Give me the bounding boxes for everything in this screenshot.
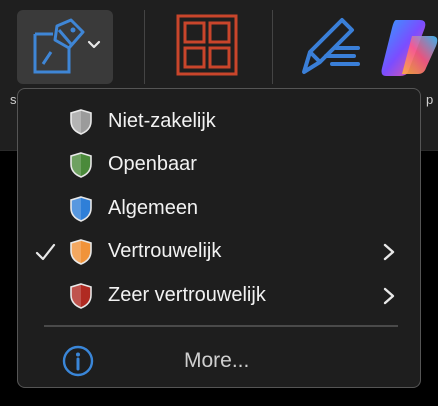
sensitivity-menu: Niet-zakelijk Openbaar Algemeen Vertrouw… bbox=[17, 88, 421, 388]
menu-item-openbaar[interactable]: Openbaar bbox=[18, 146, 420, 186]
menu-item-niet-zakelijk[interactable]: Niet-zakelijk bbox=[18, 103, 420, 143]
more-label: More... bbox=[184, 349, 250, 372]
grid-icon[interactable] bbox=[176, 14, 238, 76]
more-button[interactable]: More... bbox=[18, 341, 420, 381]
sensitivity-button[interactable] bbox=[17, 10, 113, 84]
menu-divider bbox=[44, 325, 398, 327]
toolbar-separator bbox=[144, 10, 145, 84]
menu-item-label: Vertrouwelijk bbox=[108, 240, 222, 262]
toolbar-separator bbox=[272, 10, 273, 84]
copilot-icon[interactable] bbox=[378, 16, 438, 78]
menu-item-label: Niet-zakelijk bbox=[108, 110, 216, 132]
info-icon bbox=[62, 345, 94, 377]
menu-item-algemeen[interactable]: Algemeen bbox=[18, 190, 420, 230]
shield-icon bbox=[70, 196, 92, 222]
checkmark-icon bbox=[35, 243, 56, 261]
menu-item-label: Openbaar bbox=[108, 153, 197, 175]
menu-item-zeer-vertrouwelijk[interactable]: Zeer vertrouwelijk bbox=[18, 277, 420, 317]
chevron-right-icon bbox=[383, 287, 395, 305]
shield-icon bbox=[70, 152, 92, 178]
toolbar-label-stub: p bbox=[426, 92, 434, 107]
menu-item-label: Algemeen bbox=[108, 197, 199, 219]
chevron-right-icon bbox=[383, 243, 395, 261]
menu-item-label: Zeer vertrouwelijk bbox=[108, 284, 266, 306]
editor-pen-icon[interactable] bbox=[296, 12, 362, 78]
shield-icon bbox=[70, 239, 92, 265]
toolbar-label-stub: s bbox=[10, 92, 17, 107]
shield-icon bbox=[70, 283, 92, 309]
shield-icon bbox=[70, 109, 92, 135]
sensitivity-icon bbox=[33, 18, 85, 74]
chevron-down-icon bbox=[87, 40, 101, 49]
menu-item-vertrouwelijk[interactable]: Vertrouwelijk bbox=[18, 233, 420, 273]
